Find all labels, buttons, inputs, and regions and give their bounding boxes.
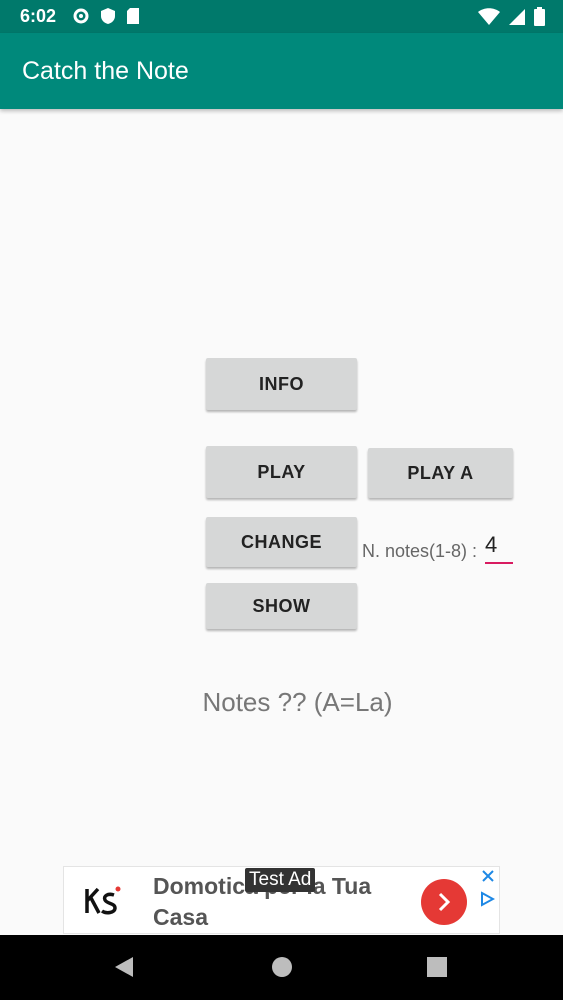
shield-icon — [100, 7, 116, 30]
gear-icon — [72, 7, 90, 30]
status-time: 6:02 — [20, 6, 57, 26]
chevron-right-icon — [438, 892, 451, 912]
ad-choices-icon[interactable] — [479, 891, 496, 912]
sd-card-icon — [126, 7, 140, 30]
ad-logo — [84, 885, 122, 922]
signal-icon — [508, 8, 526, 31]
recents-icon[interactable] — [426, 955, 448, 984]
ad-cta-button[interactable] — [421, 879, 467, 925]
back-icon[interactable] — [113, 955, 135, 984]
play-a-button[interactable]: PLAY A — [368, 448, 513, 498]
notes-count-input[interactable] — [485, 528, 513, 564]
play-button[interactable]: PLAY — [206, 446, 357, 498]
app-title: Catch the Note — [22, 57, 189, 85]
wifi-icon — [478, 7, 500, 31]
notes-count-label: N. notes(1-8) : — [362, 541, 478, 561]
app-bar: Catch the Note — [0, 33, 563, 109]
battery-icon — [534, 7, 545, 31]
test-ad-badge: Test Ad — [245, 868, 316, 892]
show-button[interactable]: SHOW — [206, 583, 357, 629]
navigation-bar — [0, 935, 563, 1000]
status-bar: 6:02 — [0, 0, 563, 33]
ad-banner[interactable]: Domotica per la Tua Casa Test Ad — [63, 866, 500, 934]
notes-result-text: Notes ?? (A=La) — [202, 687, 393, 717]
home-icon[interactable] — [270, 955, 294, 984]
change-button[interactable]: CHANGE — [206, 517, 357, 567]
info-button[interactable]: INFO — [206, 358, 357, 410]
ad-close-icon[interactable] — [481, 869, 495, 888]
